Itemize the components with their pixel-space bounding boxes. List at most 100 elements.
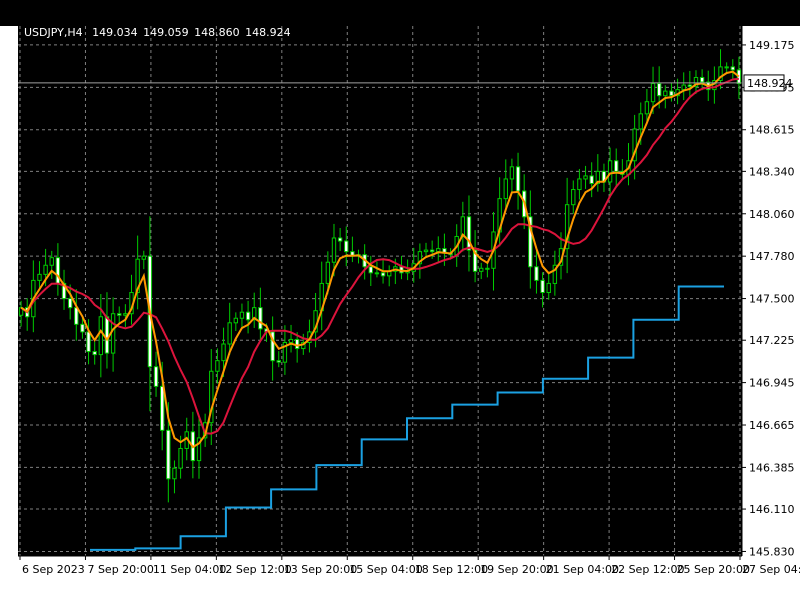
candle-body bbox=[540, 279, 545, 294]
candle-body bbox=[288, 338, 294, 343]
chart-window: 149.175148.895148.615148.340148.060147.7… bbox=[0, 0, 800, 600]
candle-body bbox=[650, 83, 656, 103]
candle-body bbox=[534, 266, 539, 281]
candle-body bbox=[141, 255, 146, 260]
candle-body bbox=[509, 166, 515, 180]
candle-body bbox=[276, 360, 281, 363]
candle-body bbox=[110, 313, 116, 354]
price-tick-label: 149.175 bbox=[749, 39, 795, 52]
current-price-label: 148.924 bbox=[747, 77, 793, 90]
candle-body bbox=[479, 267, 484, 272]
candle-body bbox=[681, 84, 686, 91]
time-tick-label: 21 Sep 04:00 bbox=[546, 563, 619, 576]
candle-body bbox=[153, 366, 159, 387]
candle-body bbox=[687, 84, 693, 88]
candle-body bbox=[178, 447, 183, 469]
time-tick-label: 18 Sep 12:00 bbox=[415, 563, 488, 576]
candle-body bbox=[49, 257, 54, 266]
title-high: 149.059 bbox=[143, 26, 189, 39]
candle-body bbox=[172, 467, 177, 480]
time-tick-label: 27 Sep 04:00 bbox=[742, 563, 800, 576]
candle-body bbox=[117, 313, 122, 316]
time-tick-label: 6 Sep 2023 bbox=[22, 563, 85, 576]
candle-body bbox=[239, 311, 245, 319]
price-tick-label: 146.385 bbox=[749, 461, 795, 474]
price-tick-label: 148.340 bbox=[749, 165, 795, 178]
candle-body bbox=[233, 317, 239, 324]
time-tick-label: 22 Sep 12:00 bbox=[611, 563, 684, 576]
candle-body bbox=[104, 316, 110, 354]
candle-body bbox=[699, 76, 705, 83]
price-tick-label: 147.500 bbox=[749, 293, 795, 306]
candle-body bbox=[67, 298, 73, 309]
time-tick-label: 7 Sep 20:00 bbox=[87, 563, 153, 576]
candle-body bbox=[245, 311, 251, 321]
title-symbol: USDJPY,H4 bbox=[24, 26, 83, 39]
time-axis: 6 Sep 2023 7 Sep 20:00 11 Sep 04:0012 Sep … bbox=[18, 555, 800, 576]
candle-body bbox=[724, 66, 729, 69]
candle-body bbox=[644, 101, 650, 115]
candle-body bbox=[638, 113, 643, 130]
candle-body bbox=[159, 385, 165, 431]
candle-body bbox=[730, 66, 735, 71]
price-tick-label: 147.780 bbox=[749, 250, 795, 263]
candle-body bbox=[92, 351, 97, 356]
time-tick-label: 12 Sep 12:00 bbox=[218, 563, 291, 576]
candle-body bbox=[589, 175, 594, 184]
candle-body bbox=[166, 429, 171, 480]
candle-body bbox=[227, 322, 232, 345]
candle-body bbox=[123, 313, 128, 316]
candle-body bbox=[215, 360, 220, 372]
time-tick-label: 25 Sep 20:00 bbox=[677, 563, 750, 576]
price-tick-label: 146.665 bbox=[749, 419, 795, 432]
candle-body bbox=[325, 261, 331, 284]
candle-body bbox=[571, 189, 576, 206]
candle-body bbox=[656, 83, 662, 97]
candle-body bbox=[368, 266, 373, 274]
title-close: 148.924 bbox=[245, 26, 291, 39]
candle-body bbox=[663, 90, 668, 97]
candle-body bbox=[577, 178, 582, 191]
candle-body bbox=[86, 331, 91, 353]
price-tick-label: 145.830 bbox=[749, 545, 795, 558]
candle-body bbox=[337, 237, 343, 242]
plot-area[interactable] bbox=[18, 26, 742, 556]
candle-body bbox=[258, 307, 263, 330]
candle-body bbox=[80, 323, 85, 333]
candle-body bbox=[503, 178, 508, 200]
candle-body bbox=[294, 338, 300, 350]
svg-text:USDJPY,H4 149.034: USDJPY,H4 149.034 149.059 148.860 148.92… bbox=[24, 26, 291, 39]
time-tick-label: 15 Sep 04:00 bbox=[349, 563, 422, 576]
candle-body bbox=[546, 282, 551, 294]
candle-body bbox=[614, 160, 619, 172]
price-chart[interactable]: 149.175148.895148.615148.340148.060147.7… bbox=[0, 0, 800, 600]
price-tick-label: 147.225 bbox=[749, 334, 795, 347]
price-tick-label: 148.615 bbox=[749, 124, 795, 137]
candle-body bbox=[37, 273, 42, 281]
candle-body bbox=[607, 160, 613, 183]
price-tick-label: 148.060 bbox=[749, 208, 795, 221]
time-tick-label: 19 Sep 20:00 bbox=[480, 563, 553, 576]
title-low: 148.860 bbox=[194, 26, 240, 39]
candle-body bbox=[74, 307, 79, 325]
candle-body bbox=[380, 272, 386, 277]
candle-body bbox=[583, 175, 588, 180]
current-price-badge: 148.924 bbox=[743, 74, 793, 92]
top-strip bbox=[0, 0, 800, 26]
candle-body bbox=[429, 249, 435, 253]
symbol-title: USDJPY,H4 149.034 149.059 148.860 148.92… bbox=[24, 26, 291, 39]
candle-body bbox=[436, 248, 441, 253]
candle-body bbox=[485, 267, 490, 270]
candle-body bbox=[669, 90, 674, 97]
candle-body bbox=[344, 240, 349, 253]
price-tick-label: 146.110 bbox=[749, 503, 795, 516]
candle-body bbox=[221, 343, 226, 362]
candle-body bbox=[423, 249, 429, 253]
candle-body bbox=[374, 272, 380, 275]
time-tick-label: 11 Sep 04:00 bbox=[153, 563, 226, 576]
candle-body bbox=[55, 257, 61, 284]
price-axis: 149.175148.895148.615148.340148.060147.7… bbox=[741, 26, 795, 558]
title-open: 149.034 bbox=[92, 26, 138, 39]
candle-body bbox=[98, 316, 104, 356]
time-tick-label: 13 Sep 20:00 bbox=[284, 563, 357, 576]
